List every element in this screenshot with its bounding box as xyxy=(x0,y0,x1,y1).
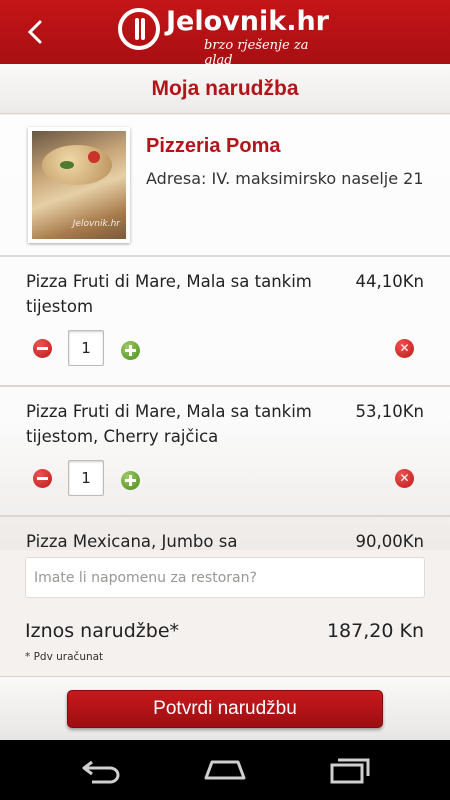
decrease-quantity-icon[interactable] xyxy=(33,339,52,358)
logo-name: Jelovnik.hr xyxy=(166,6,329,37)
confirm-order-button[interactable]: Potvrdi narudžbu xyxy=(67,690,383,728)
order-total-value: 187,20 Kn xyxy=(326,620,424,642)
order-item: Pizza Mexicana, Jumbo sa 90,00Kn 1 ✕ xyxy=(0,517,450,550)
vat-note: * Pdv uračunat xyxy=(25,651,104,663)
restaurant-name: Pizzeria Poma xyxy=(146,135,281,157)
quantity-field[interactable]: 1 xyxy=(68,330,104,366)
order-total-label: Iznos narudžbe* xyxy=(25,620,180,642)
page-title: Moja narudžba xyxy=(151,77,299,100)
app-header: Jelovnik.hr brzo rješenje za glad xyxy=(0,0,450,68)
restaurant-address: Adresa: IV. maksimirsko naselje 21 xyxy=(146,169,424,188)
page-title-bar: Moja narudžba xyxy=(0,64,450,114)
decrease-quantity-icon[interactable] xyxy=(33,469,52,488)
increase-quantity-icon[interactable] xyxy=(121,471,140,490)
restaurant-card: Jelovnik.hr Pizzeria Poma Adresa: IV. ma… xyxy=(0,115,450,257)
item-price: 53,10Kn xyxy=(355,402,424,421)
home-icon[interactable] xyxy=(202,754,248,786)
increase-quantity-icon[interactable] xyxy=(121,341,140,360)
photo-watermark: Jelovnik.hr xyxy=(72,219,120,229)
recent-apps-icon[interactable] xyxy=(328,754,374,786)
app-logo: Jelovnik.hr brzo rješenje za glad xyxy=(118,6,338,68)
item-name: Pizza Fruti di Mare, Mala sa tankim tije… xyxy=(26,272,312,316)
order-item: Pizza Fruti di Mare, Mala sa tankim tije… xyxy=(0,257,450,387)
remove-item-icon[interactable]: ✕ xyxy=(395,469,414,488)
item-name: Pizza Mexicana, Jumbo sa xyxy=(26,532,238,550)
system-navigation-bar xyxy=(0,740,450,800)
order-list[interactable]: Jelovnik.hr Pizzeria Poma Adresa: IV. ma… xyxy=(0,115,450,550)
item-price: 44,10Kn xyxy=(355,272,424,291)
item-name: Pizza Fruti di Mare, Mala sa tankim tije… xyxy=(26,402,312,446)
chevron-left-icon xyxy=(27,20,42,44)
back-button[interactable] xyxy=(24,18,48,46)
order-item: Pizza Fruti di Mare, Mala sa tankim tije… xyxy=(0,387,450,517)
remove-item-icon[interactable]: ✕ xyxy=(395,339,414,358)
fork-circle-icon xyxy=(118,8,160,50)
item-price: 90,00Kn xyxy=(355,532,424,550)
quantity-field[interactable]: 1 xyxy=(68,460,104,496)
restaurant-photo: Jelovnik.hr xyxy=(28,127,130,243)
restaurant-note-input[interactable] xyxy=(25,557,425,598)
back-icon[interactable] xyxy=(78,754,124,786)
